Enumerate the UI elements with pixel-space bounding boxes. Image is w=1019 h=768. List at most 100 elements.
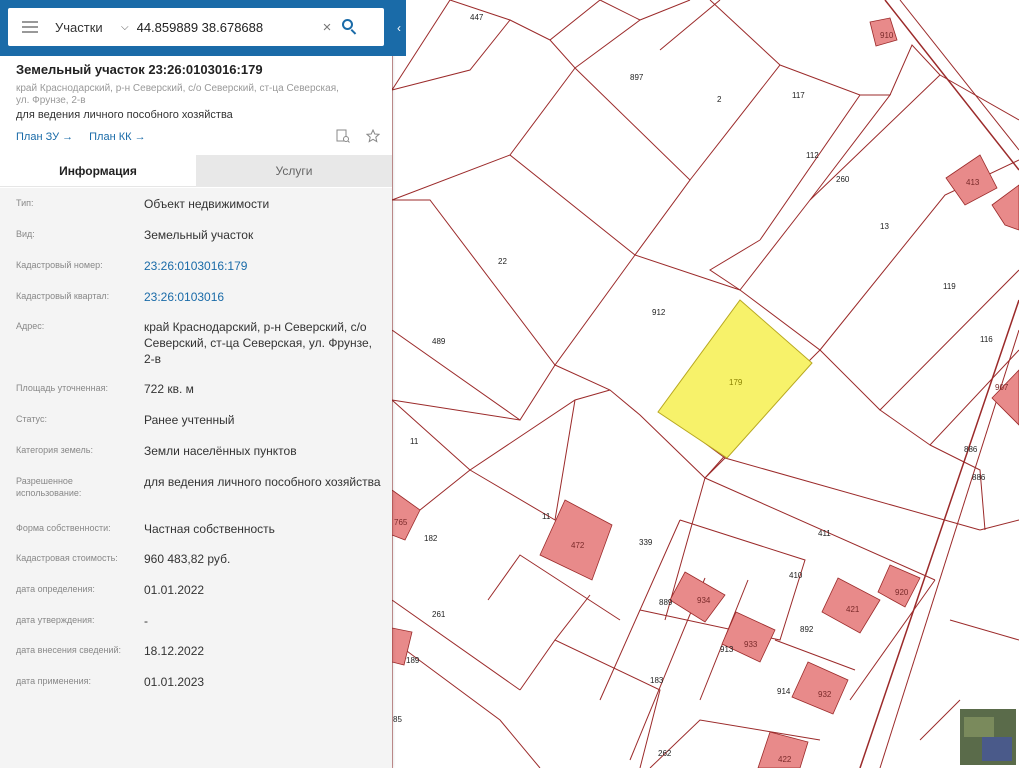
basemap-thumbnail: [964, 717, 994, 737]
building-label: 421: [846, 605, 860, 614]
parcel-label: 912: [652, 308, 666, 317]
info-label: Тип:: [16, 198, 34, 208]
object-address: край Краснодарский, р-н Северский, с/о С…: [16, 83, 339, 106]
document-search-icon[interactable]: [336, 129, 350, 143]
layer-select[interactable]: Участки: [55, 20, 115, 35]
parcel-label: 182: [424, 534, 438, 543]
building[interactable]: [991, 369, 1019, 426]
header-actions: [336, 128, 381, 143]
plan-kk-link[interactable]: План КК →: [89, 131, 145, 143]
info-value: 01.01.2023: [144, 675, 205, 689]
info-label: Категория земель:: [16, 445, 93, 455]
parcel-label: 11: [410, 437, 419, 446]
info-value: Объект недвижимости: [144, 197, 270, 211]
parcel-label: 183: [650, 676, 664, 685]
collapse-panel-button[interactable]: ‹: [392, 0, 406, 56]
parcel-label: 85: [393, 715, 402, 724]
search-input[interactable]: [136, 19, 317, 35]
parcel-label: 411: [818, 529, 831, 538]
parcel-label: 189: [406, 656, 420, 665]
info-value: Земельный участок: [144, 228, 254, 242]
info-value: для ведения личного пособного хозяйства: [144, 475, 381, 489]
building-label: 932: [818, 690, 832, 699]
building-label: 472: [571, 541, 585, 550]
building[interactable]: [791, 661, 849, 715]
parcel-label: 117: [792, 91, 805, 100]
building-label: 413: [966, 178, 980, 187]
building[interactable]: [991, 184, 1019, 231]
tab-services[interactable]: Услуги: [196, 155, 392, 187]
building-label: 422: [778, 755, 792, 764]
info-label: дата утверждения:: [16, 615, 95, 625]
plan-links: План ЗУ → План КК →: [16, 131, 146, 143]
building-label: 920: [895, 588, 909, 597]
building-label: 933: [744, 640, 758, 649]
cadastral-number-link[interactable]: 23:26:0103016:179: [144, 258, 384, 274]
info-value: 960 483,82 руб.: [144, 552, 231, 566]
close-icon[interactable]: ×: [323, 19, 332, 36]
basemap-switcher[interactable]: [959, 708, 1017, 766]
info-value: 18.12.2022: [144, 644, 205, 658]
selected-parcel-label: 179: [729, 378, 743, 387]
parcel-label: 2: [717, 95, 722, 104]
building[interactable]: [877, 564, 921, 608]
info-label: Форма собственности:: [16, 523, 111, 533]
info-label: Кадастровая стоимость:: [16, 553, 118, 563]
info-panel: Участки ⌵ × Земельный участок 23:26:0103…: [0, 0, 392, 768]
parcel-label: 410: [789, 571, 803, 580]
search-box: Участки ⌵ ×: [8, 8, 384, 46]
parcel-label: 489: [432, 337, 446, 346]
object-title: Земельный участок 23:26:0103016:179: [16, 62, 263, 77]
chevron-down-icon[interactable]: ⌵: [121, 22, 129, 33]
menu-icon[interactable]: [22, 21, 38, 33]
parcel-label: 262: [658, 749, 672, 758]
star-icon[interactable]: [365, 128, 381, 143]
info-value: 722 кв. м: [144, 382, 194, 396]
info-label: дата внесения сведений:: [16, 645, 121, 655]
basemap-thumbnail: [982, 737, 1012, 761]
object-header: Земельный участок 23:26:0103016:179 край…: [16, 62, 386, 121]
parcel-label: 116: [980, 335, 993, 344]
search-icon[interactable]: [341, 18, 359, 36]
parcel-label: 447: [470, 13, 484, 22]
parcel-label: 897: [630, 73, 644, 82]
info-label: Кадастровый номер:: [16, 260, 103, 270]
chevron-left-icon: ‹: [397, 21, 401, 35]
tab-bar: Информация Услуги: [0, 155, 392, 187]
building-label: 910: [880, 31, 894, 40]
parcel-label: 339: [639, 538, 653, 547]
info-label: Площадь уточненная:: [16, 383, 108, 393]
info-label: Вид:: [16, 229, 35, 239]
cadastral-quarter-link[interactable]: 23:26:0103016: [144, 289, 384, 305]
info-value: 01.01.2022: [144, 583, 205, 597]
building[interactable]: [721, 611, 776, 663]
info-label: Кадастровый квартал:: [16, 291, 110, 301]
object-purpose: для ведения личного пособного хозяйства: [16, 109, 233, 121]
tab-information[interactable]: Информация: [0, 155, 196, 187]
parcel-label: 886: [964, 445, 978, 454]
parcel-label: 889: [659, 598, 673, 607]
parcel-label: 886: [972, 473, 986, 482]
plan-zu-link[interactable]: План ЗУ →: [16, 131, 73, 143]
info-value: Ранее учтенный: [144, 413, 235, 427]
building-label: 907: [995, 383, 1009, 392]
parcel-label: 11: [542, 512, 551, 521]
building-label: 934: [697, 596, 711, 605]
parcel-label: 261: [432, 610, 446, 619]
info-value: Земли населённых пунктов: [144, 444, 297, 458]
building[interactable]: [391, 489, 421, 541]
building-label: 765: [394, 518, 408, 527]
info-label: дата определения:: [16, 584, 95, 594]
parcel-label: 119: [943, 282, 956, 291]
info-value: край Краснодарский, р-н Северский, с/о С…: [144, 320, 372, 366]
building[interactable]: [539, 499, 613, 581]
parcel-label: 260: [836, 175, 850, 184]
search-bar: Участки ⌵ ×: [0, 0, 392, 56]
info-label: Адрес:: [16, 321, 45, 331]
parcel-label: 892: [800, 625, 814, 634]
info-label: Статус:: [16, 414, 47, 424]
info-label: дата применения:: [16, 676, 92, 686]
parcel-label: 914: [777, 687, 791, 696]
info-value: Частная собственность: [144, 522, 275, 536]
info-label: Разрешенное использование:: [16, 476, 82, 498]
